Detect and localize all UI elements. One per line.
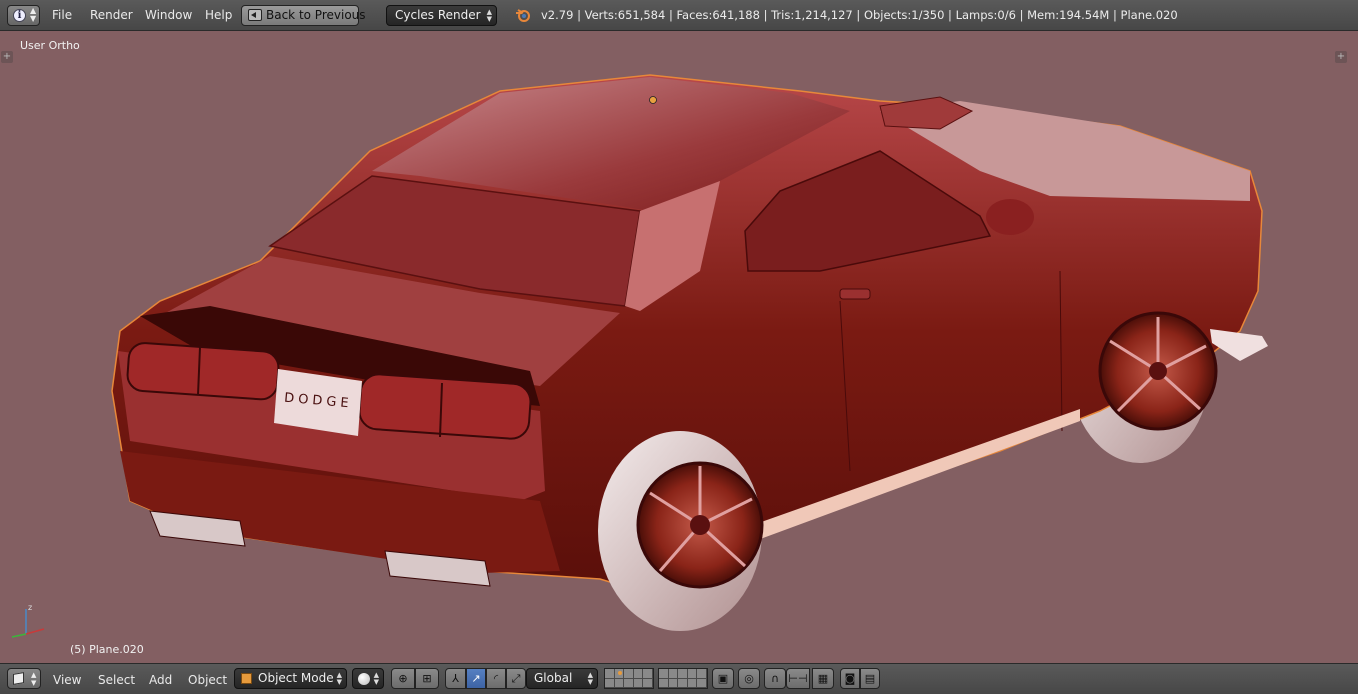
- updown-arrows-icon: ▲ ▼: [373, 671, 379, 686]
- back-to-previous-label: Back to Previous: [266, 8, 366, 22]
- info-icon: i: [13, 9, 26, 22]
- grid-snap-icon: ▦: [817, 672, 829, 685]
- manipulator-axes-icon: ⅄: [452, 672, 459, 685]
- render-engine-value: Cycles Render: [395, 8, 481, 22]
- lock-icon: ▣: [717, 672, 729, 685]
- magnet-icon: ∩: [770, 672, 780, 685]
- axis-gizmo: z: [11, 603, 45, 638]
- transform-orientation-value: Global: [534, 671, 573, 685]
- menu-help[interactable]: Help: [205, 8, 232, 22]
- interaction-mode-value: Object Mode: [258, 671, 334, 685]
- updown-arrows-icon: ▲ ▼: [486, 8, 492, 23]
- rotate-arc-icon: ◜: [493, 672, 499, 685]
- snap-settings-button[interactable]: ▦: [812, 668, 834, 689]
- scene-layers-group-1[interactable]: [604, 668, 654, 689]
- translate-manipulator-button[interactable]: ↗: [466, 668, 486, 689]
- snap-icon: ⊞: [422, 672, 432, 685]
- menu-object[interactable]: Object: [188, 673, 227, 687]
- info-editor-button[interactable]: i ▲ ▼: [7, 5, 40, 26]
- menu-add[interactable]: Add: [149, 673, 172, 687]
- camera-icon: ◙: [844, 672, 856, 685]
- editor-type-button[interactable]: ▲ ▼: [7, 668, 41, 689]
- object-mode-icon: [241, 673, 252, 684]
- clapperboard-icon: ▤: [864, 672, 876, 685]
- opengl-animation-button[interactable]: ▤: [860, 668, 880, 689]
- svg-text:z: z: [28, 603, 32, 612]
- blender-logo-icon: [516, 9, 530, 22]
- opengl-render-button[interactable]: ◙: [840, 668, 860, 689]
- menu-file[interactable]: File: [52, 8, 72, 22]
- render-engine-select[interactable]: Cycles Render ▲ ▼: [386, 5, 497, 26]
- viewport-shading-select[interactable]: ▲ ▼: [352, 668, 384, 689]
- scene-layers-group-2[interactable]: [658, 668, 708, 689]
- view-name-label: User Ortho: [20, 39, 80, 52]
- back-arrow-icon: [248, 9, 262, 21]
- snap-toggle-button[interactable]: ∩: [764, 668, 786, 689]
- 3d-view-cube-icon: [13, 672, 24, 685]
- proportional-edit-button[interactable]: ◎: [738, 668, 760, 689]
- back-to-previous-button[interactable]: Back to Previous: [241, 5, 366, 26]
- proportional-edit-icon: ◎: [744, 672, 754, 685]
- menu-render[interactable]: Render: [90, 8, 133, 22]
- toolshelf-toggle-icon[interactable]: +: [1, 51, 13, 63]
- car-model-render: DODGE: [111, 74, 1268, 631]
- rotate-manipulator-button[interactable]: ◜: [486, 668, 506, 689]
- menu-select[interactable]: Select: [98, 673, 135, 687]
- snap-element-button[interactable]: ⊞: [415, 668, 439, 689]
- menu-window[interactable]: Window: [145, 8, 192, 22]
- updown-arrows-icon: ▲ ▼: [336, 671, 342, 686]
- updown-arrows-icon: ▲ ▼: [587, 671, 593, 686]
- lock-layers-button[interactable]: ▣: [712, 668, 734, 689]
- object-origin-dot: [649, 96, 657, 104]
- snap-increment-icon: ⊢⊣: [788, 672, 808, 685]
- snap-target-button[interactable]: ⊢⊣: [786, 668, 810, 689]
- scale-icon: ⤢: [511, 672, 521, 685]
- properties-toggle-icon[interactable]: +: [1335, 51, 1347, 63]
- 3d-viewport[interactable]: DODGE User Ortho + + z (5) Plane.020: [0, 31, 1358, 663]
- transform-orientation-select[interactable]: Global ▲ ▼: [526, 668, 598, 689]
- active-object-label: (5) Plane.020: [70, 643, 144, 656]
- solid-sphere-icon: [358, 673, 370, 685]
- tail-light-left: [126, 342, 280, 401]
- updown-arrows-icon: ▲ ▼: [30, 6, 37, 23]
- interaction-mode-select[interactable]: Object Mode ▲ ▼: [234, 668, 347, 689]
- menu-view[interactable]: View: [53, 673, 81, 687]
- pivot-icon: ⊕: [398, 672, 408, 685]
- top-header: i ▲ ▼ File Render Window Help Back to Pre…: [0, 0, 1358, 31]
- 3d-view-header: ▲ ▼ View Select Add Object Object Mode ▲ ▼…: [0, 663, 1358, 694]
- tail-light-right: [358, 373, 532, 440]
- pivot-point-button[interactable]: ⊕: [391, 668, 415, 689]
- scale-manipulator-button[interactable]: ⤢: [506, 668, 526, 689]
- scene-statistics: v2.79 | Verts:651,584 | Faces:641,188 | …: [541, 8, 1178, 22]
- translate-arrow-icon: ↗: [471, 672, 481, 685]
- updown-arrows-icon: ▲ ▼: [31, 671, 37, 687]
- manipulator-toggle[interactable]: ⅄: [445, 668, 466, 689]
